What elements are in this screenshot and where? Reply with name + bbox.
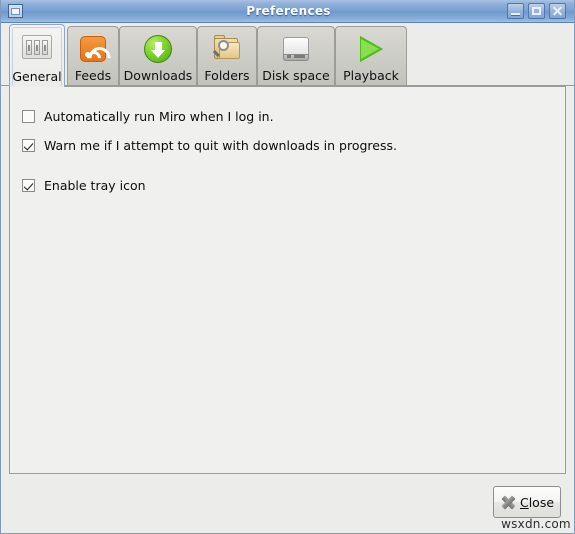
watermark: wsxdn.com (501, 517, 571, 531)
dialog-footer: Close (1, 474, 574, 533)
close-x-icon (500, 494, 517, 511)
checkbox-tray-icon-label: Enable tray icon (44, 177, 146, 193)
checkbox-warn-on-quit[interactable] (22, 138, 35, 152)
tab-general[interactable]: General (9, 24, 65, 87)
minimize-icon (508, 4, 523, 18)
tab-general-label: General (12, 69, 62, 84)
play-triangle-icon (354, 32, 388, 66)
tab-downloads-label: Downloads (123, 68, 193, 83)
switch-plate-icon (20, 30, 54, 64)
download-arrow-icon (141, 32, 175, 66)
tab-disk-space-label: Disk space (262, 68, 330, 83)
tab-feeds-label: Feeds (74, 68, 112, 83)
tab-disk-space[interactable]: Disk space (257, 26, 335, 86)
tab-feeds[interactable]: Feeds (67, 26, 119, 86)
maximize-icon (529, 4, 544, 18)
tab-bar: General Feeds Downloads Folders Disk spa… (1, 23, 574, 87)
option-row-warn-on-quit[interactable]: Warn me if I attempt to quit with downlo… (22, 136, 397, 154)
close-button[interactable]: Close (493, 486, 561, 518)
option-row-tray-icon[interactable]: Enable tray icon (22, 176, 146, 194)
option-row-autorun[interactable]: Automatically run Miro when I log in. (22, 107, 274, 125)
close-icon (550, 4, 565, 18)
checkbox-warn-on-quit-label: Warn me if I attempt to quit with downlo… (44, 137, 397, 153)
preferences-window: Preferences General Feeds Downloads Fold… (0, 0, 575, 534)
rss-icon (76, 32, 116, 74)
tab-downloads[interactable]: Downloads (119, 26, 197, 86)
tab-folders[interactable]: Folders (197, 26, 257, 86)
checkbox-autorun[interactable] (22, 109, 35, 123)
window-close-button[interactable] (549, 3, 566, 19)
folder-search-icon (210, 32, 244, 66)
checkbox-tray-icon[interactable] (22, 178, 35, 192)
tab-playback-label: Playback (343, 68, 399, 83)
maximize-button[interactable] (528, 3, 545, 19)
close-button-label: Close (520, 495, 554, 510)
minimize-button[interactable] (507, 3, 524, 19)
title-bar: Preferences (1, 0, 574, 23)
checkbox-autorun-label: Automatically run Miro when I log in. (44, 108, 274, 124)
tab-folders-label: Folders (204, 68, 250, 83)
hard-drive-icon (279, 32, 313, 66)
close-button-rest: lose (528, 494, 555, 510)
close-button-mnemonic: C (519, 494, 529, 510)
tab-playback[interactable]: Playback (335, 26, 407, 86)
general-settings-panel: Automatically run Miro when I log in. Wa… (9, 86, 566, 474)
window-title: Preferences (246, 4, 331, 18)
